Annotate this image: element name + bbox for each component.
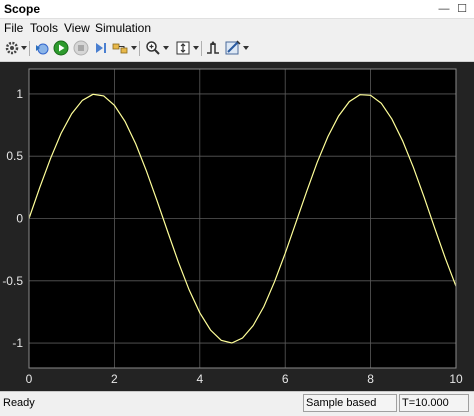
scope-plot-panel: 0 2 4 6 8 10 1 0.5 0 -0.5 -1 — [0, 62, 474, 391]
y-tick-label: 0 — [16, 212, 23, 226]
title-bar: Scope — ☐ — [0, 0, 474, 19]
highlight-dropdown-arrow[interactable] — [131, 46, 137, 50]
menu-view[interactable]: View — [64, 21, 90, 35]
triggers-icon[interactable] — [205, 40, 221, 56]
x-tick-label: 4 — [196, 372, 203, 386]
run-icon[interactable] — [53, 40, 69, 56]
autoscale-dropdown-arrow[interactable] — [193, 46, 199, 50]
measurements-dropdown-arrow[interactable] — [243, 46, 249, 50]
settings-dropdown-arrow[interactable] — [21, 46, 27, 50]
y-tick-label: -0.5 — [2, 274, 23, 288]
menu-simulation[interactable]: Simulation — [95, 21, 151, 35]
zoom-dropdown-arrow[interactable] — [163, 46, 169, 50]
status-ready: Ready — [3, 397, 35, 409]
menu-file[interactable]: File — [4, 21, 23, 35]
scope-axes[interactable]: 0 2 4 6 8 10 1 0.5 0 -0.5 -1 — [0, 62, 474, 391]
open-config-icon[interactable] — [34, 40, 50, 56]
maximize-button[interactable]: ☐ — [454, 0, 470, 18]
gear-icon[interactable] — [4, 40, 20, 56]
zoom-in-icon[interactable] — [145, 40, 161, 56]
status-bar: Ready Sample based T=10.000 — [0, 391, 474, 416]
stop-icon[interactable] — [73, 40, 89, 56]
menu-bar: File Tools View Simulation — [0, 19, 474, 37]
toolbar — [0, 37, 474, 62]
menu-tools[interactable]: Tools — [30, 21, 58, 35]
sim-time-field: T=10.000 — [399, 394, 469, 412]
highlight-block-icon[interactable] — [112, 40, 128, 56]
autoscale-icon[interactable] — [175, 40, 191, 56]
x-tick-label: 8 — [367, 372, 374, 386]
y-tick-label: -1 — [12, 336, 23, 350]
sample-mode-field: Sample based — [303, 394, 397, 412]
toolbar-separator — [201, 41, 202, 56]
x-tick-label: 0 — [26, 372, 33, 386]
measurements-icon[interactable] — [225, 40, 241, 56]
window-title: Scope — [4, 2, 41, 16]
x-tick-label: 2 — [111, 372, 118, 386]
minimize-button[interactable]: — — [436, 0, 452, 18]
y-tick-label: 0.5 — [6, 149, 23, 163]
toolbar-separator — [139, 41, 140, 56]
toolbar-separator — [29, 41, 30, 56]
x-tick-label: 10 — [449, 372, 463, 386]
y-tick-label: 1 — [16, 87, 23, 101]
step-forward-icon[interactable] — [93, 40, 109, 56]
x-tick-label: 6 — [282, 372, 289, 386]
